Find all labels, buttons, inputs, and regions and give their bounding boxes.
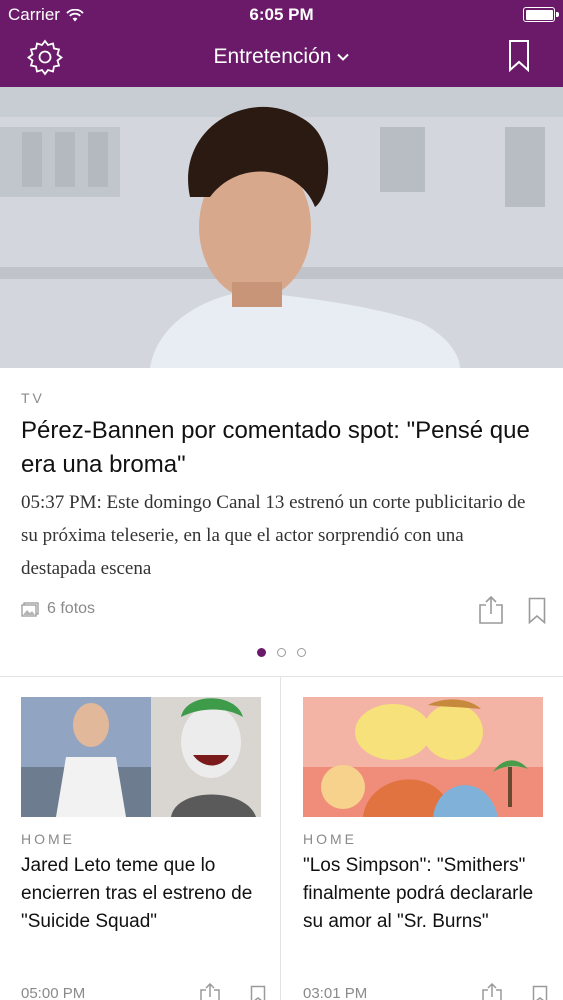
card-title[interactable]: Jared Leto teme que lo encierren tras el… <box>21 852 261 936</box>
status-time: 6:05 PM <box>249 5 314 24</box>
bookmark-icon[interactable] <box>528 597 546 624</box>
share-icon[interactable] <box>199 983 221 1000</box>
hero-title[interactable]: Pérez-Bannen por comentado spot: "Pensé … <box>21 414 551 482</box>
nav-title: Entretención <box>213 45 332 68</box>
nav-bar: Entretención <box>0 30 563 87</box>
card-time: 05:00 PM <box>21 985 86 1000</box>
news-card[interactable]: HOME Jared Leto teme que lo encierren tr… <box>21 697 261 936</box>
bookmark-icon[interactable] <box>532 985 548 1000</box>
card-section-label: HOME <box>21 831 75 847</box>
card-title[interactable]: "Los Simpson": "Smithers" finalmente pod… <box>303 852 543 936</box>
page-dot-3[interactable] <box>297 648 306 657</box>
hero-image[interactable] <box>0 87 563 368</box>
card-image[interactable] <box>303 697 543 817</box>
bookmark-icon[interactable] <box>250 985 266 1000</box>
bookmark-icon[interactable] <box>508 39 530 72</box>
battery-icon <box>523 7 559 22</box>
top-bar: Carrier 6:05 PM Entretención <box>0 0 563 87</box>
page-dot-2[interactable] <box>277 648 286 657</box>
hero-section-label: TV <box>21 390 45 406</box>
share-icon[interactable] <box>478 595 504 625</box>
card-time: 03:01 PM <box>303 985 368 1000</box>
photo-gallery-link[interactable]: 6 fotos <box>21 600 95 618</box>
card-image[interactable] <box>21 697 261 817</box>
page-dot-1[interactable] <box>257 648 266 657</box>
share-icon[interactable] <box>481 983 503 1000</box>
news-card[interactable]: HOME "Los Simpson": "Smithers" finalment… <box>303 697 543 936</box>
photos-icon <box>21 601 39 617</box>
card-section-label: HOME <box>303 831 357 847</box>
hero-description: 05:37 PM: Este domingo Canal 13 estrenó … <box>21 492 526 579</box>
category-selector[interactable]: Entretención <box>0 45 563 69</box>
chevron-down-icon <box>337 53 350 61</box>
page-indicator[interactable] <box>0 648 563 657</box>
divider <box>0 676 563 677</box>
column-divider <box>280 677 281 1000</box>
status-bar: Carrier 6:05 PM <box>0 0 563 30</box>
photos-count: 6 fotos <box>47 600 96 617</box>
